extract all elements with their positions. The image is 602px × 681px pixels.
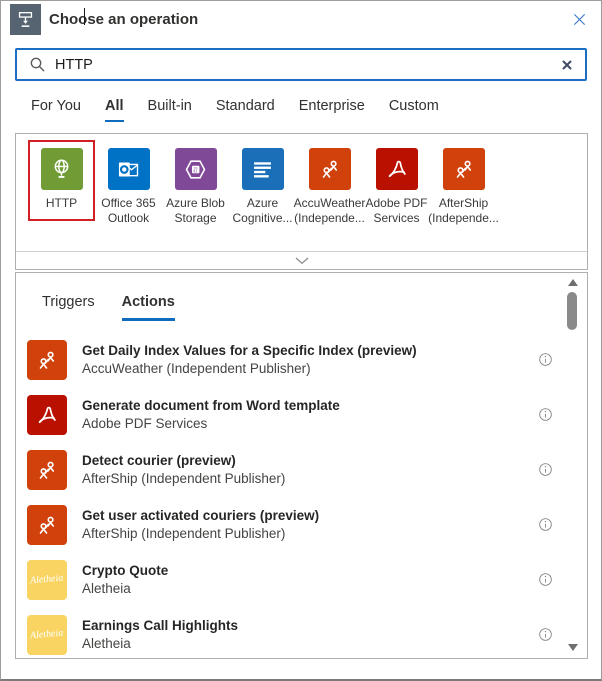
action-text: Get Daily Index Values for a Specific In… [82, 342, 417, 377]
connector-tile-label: AfterShip (Independe... [428, 196, 499, 225]
action-subtitle: Aletheia [82, 581, 131, 596]
operations-panel: Triggers Actions Get Daily Index Values f… [15, 272, 588, 659]
connector-tile-label: Azure Blob Storage [166, 196, 225, 225]
outlook-icon [107, 148, 150, 190]
choose-operation-dialog: Choose an operation For You All Built-in St… [0, 0, 602, 681]
action-row[interactable]: Generate document from Word template Adob… [27, 387, 587, 442]
tab-enterprise[interactable]: Enterprise [299, 98, 365, 122]
operation-tabs: Triggers Actions [16, 273, 587, 321]
action-title: Crypto Quote [82, 563, 169, 578]
connector-tile-azure[interactable]: Azure Cognitive... [229, 140, 296, 236]
tab-actions[interactable]: Actions [121, 294, 175, 321]
logic-app-action-icon [10, 4, 41, 35]
action-text: Crypto Quote Aletheia [82, 562, 168, 597]
scrollbar [567, 277, 579, 653]
connector-tile-label: Office 365 Outlook [101, 196, 156, 225]
action-title: Generate document from Word template [82, 398, 340, 413]
action-subtitle: AfterShip (Independent Publisher) [82, 471, 286, 486]
tab-custom[interactable]: Custom [389, 98, 439, 122]
close-icon[interactable] [570, 10, 588, 28]
text-lines-icon [241, 148, 284, 190]
connector-tile-aftership[interactable]: AfterShip (Independe... [428, 140, 499, 236]
connector-tile-label: Azure Cognitive... [232, 196, 293, 225]
tab-for-you[interactable]: For You [31, 98, 81, 122]
independent-publisher-icon [27, 449, 67, 490]
connector-tile-http[interactable]: HTTP [28, 140, 95, 221]
tab-triggers[interactable]: Triggers [42, 294, 95, 321]
action-row[interactable]: Detect courier (preview) AfterShip (Indep… [27, 442, 587, 497]
connector-tile-label: HTTP [45, 196, 78, 210]
adobe-icon [27, 394, 67, 435]
action-text: Get user activated couriers (preview) Aft… [82, 507, 319, 542]
action-title: Earnings Call Highlights [82, 618, 239, 633]
action-title: Get user activated couriers (preview) [82, 508, 320, 523]
connector-tile-accuweather[interactable]: AccuWeather (Independe... [293, 140, 366, 236]
scroll-down-icon[interactable] [568, 644, 578, 651]
aletheia-logo-text: Aletheia [29, 627, 65, 642]
action-subtitle: AfterShip (Independent Publisher) [82, 526, 286, 541]
info-icon[interactable] [538, 407, 553, 422]
connector-tiles: HTTP Office 365 Outlook 10 01 Azure Blob Stora… [16, 134, 587, 236]
connector-tile-office-365[interactable]: Office 365 Outlook [95, 140, 162, 236]
action-row[interactable]: Aletheia Crypto Quote Aletheia [27, 552, 587, 607]
connector-tile-azure-blob[interactable]: 10 01 Azure Blob Storage [162, 140, 229, 236]
tab-all[interactable]: All [105, 98, 124, 122]
search-box [15, 48, 587, 81]
search-icon [29, 56, 46, 73]
aletheia-icon: Aletheia [27, 559, 67, 600]
action-subtitle: AccuWeather (Independent Publisher) [82, 361, 311, 376]
info-icon[interactable] [538, 352, 553, 367]
action-title: Get Daily Index Values for a Specific In… [82, 343, 417, 358]
scrollbar-thumb[interactable] [567, 292, 577, 330]
aletheia-icon: Aletheia [27, 614, 67, 655]
aletheia-logo-text: Aletheia [29, 572, 65, 587]
collapse-connectors-button[interactable] [16, 251, 587, 269]
action-subtitle: Aletheia [82, 636, 131, 651]
action-title: Detect courier (preview) [82, 453, 236, 468]
independent-publisher-icon [308, 148, 351, 190]
info-icon[interactable] [538, 462, 553, 477]
scroll-up-icon[interactable] [568, 279, 578, 286]
connector-panel: HTTP Office 365 Outlook 10 01 Azure Blob Stora… [15, 133, 588, 270]
action-list: Get Daily Index Values for a Specific In… [16, 329, 587, 657]
action-text: Earnings Call Highlights Aletheia [82, 617, 238, 652]
info-icon[interactable] [538, 517, 553, 532]
tab-standard[interactable]: Standard [216, 98, 275, 122]
globe-icon [40, 148, 83, 190]
action-subtitle: Adobe PDF Services [82, 416, 208, 431]
page-title: Choose an operation [49, 11, 199, 28]
connector-tile-label: Adobe PDF Services [365, 196, 428, 225]
chevron-down-icon [295, 252, 309, 270]
independent-publisher-icon [442, 148, 485, 190]
info-icon[interactable] [538, 572, 553, 587]
info-icon[interactable] [538, 627, 553, 642]
action-row[interactable]: Aletheia Earnings Call Highlights Aletheia [27, 607, 587, 657]
action-text: Detect courier (preview) AfterShip (Indep… [82, 452, 285, 487]
tab-built-in[interactable]: Built-in [148, 98, 192, 122]
clear-search-icon[interactable] [562, 60, 572, 70]
action-row[interactable]: Get user activated couriers (preview) Aft… [27, 497, 587, 552]
action-text: Generate document from Word template Adob… [82, 397, 340, 432]
svg-text:01: 01 [193, 170, 197, 174]
search-input[interactable] [55, 56, 562, 73]
independent-publisher-icon [27, 504, 67, 545]
text-caret [84, 8, 85, 25]
action-row[interactable]: Get Daily Index Values for a Specific In… [27, 332, 587, 387]
connector-tile-adobe-pdf[interactable]: Adobe PDF Services [363, 140, 430, 236]
category-tabs: For You All Built-in Standard Enterprise Cust… [31, 98, 439, 122]
adobe-icon [375, 148, 418, 190]
blob-storage-icon: 10 01 [174, 148, 217, 190]
connector-tile-label: AccuWeather (Independe... [293, 196, 366, 225]
independent-publisher-icon [27, 339, 67, 380]
